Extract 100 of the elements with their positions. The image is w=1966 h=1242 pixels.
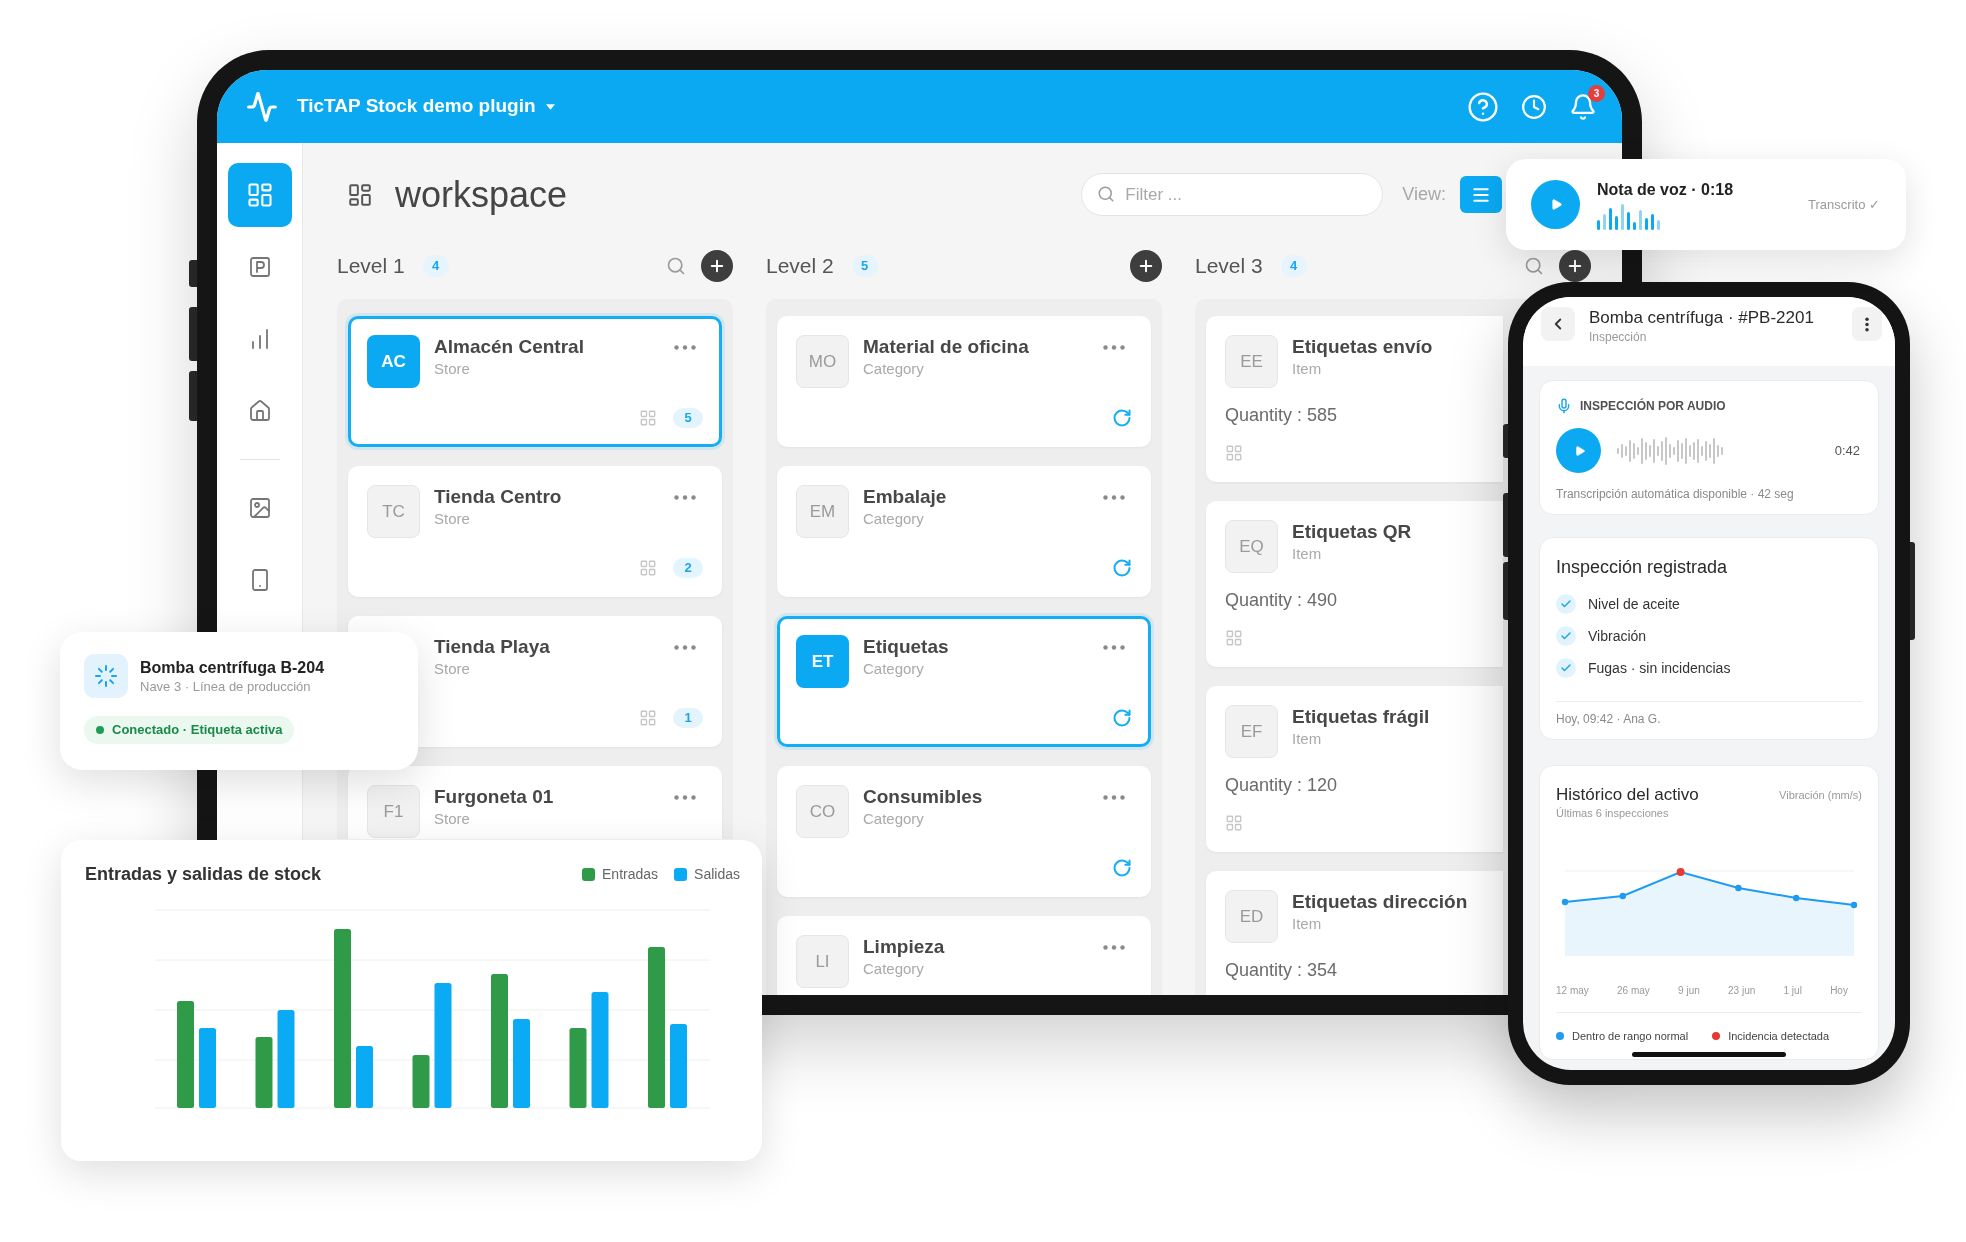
audio-heading: INSPECCIÓN POR AUDIO [1580,397,1726,415]
play-icon [1573,444,1586,457]
list-card[interactable]: EE Etiquetas envío Item Quantity : 585 [1206,316,1503,482]
refresh-icon[interactable] [1112,858,1132,878]
play-button[interactable] [1556,428,1601,473]
more-icon[interactable] [1103,495,1125,500]
avatar: CO [796,785,849,838]
item-count: 5 [851,255,878,277]
add-button[interactable] [701,250,733,282]
card-type: Category [863,809,925,829]
list-card[interactable]: MO Material de oficina Category [777,316,1151,447]
list-card[interactable]: EQ Etiquetas QR Item Quantity : 490 [1206,501,1503,667]
item-count: 2 [673,558,703,578]
play-button[interactable] [1531,180,1580,229]
card-type: Store [434,809,471,829]
add-button[interactable] [1559,250,1591,282]
search-icon[interactable] [666,256,686,276]
refresh-icon[interactable] [1112,408,1132,428]
card-title: Almacén Central [434,335,585,359]
axis-label: 9 jun [1678,984,1700,998]
add-button[interactable] [1130,250,1162,282]
refresh-icon[interactable] [1112,708,1132,728]
list-card[interactable]: TC Tienda Centro Store 2 [348,466,722,597]
asset-subtitle: Nave 3 · Línea de producción [140,677,312,695]
list-card[interactable]: ET Etiquetas Category [777,616,1151,747]
card-type: Store [434,659,471,679]
view-button[interactable] [1460,176,1502,213]
view-label: View: [1402,183,1446,206]
phone-title: Bomba centrífuga · #PB-2201 [1589,307,1814,329]
more-icon[interactable] [1103,645,1125,650]
more-icon[interactable] [674,795,696,800]
list-card[interactable]: EM Embalaje Category [777,466,1151,597]
clock-icon[interactable] [1521,93,1547,120]
more-icon[interactable] [1103,945,1125,950]
parking-icon [247,255,272,279]
voice-note-title: Nota de voz · 0:18 [1597,179,1734,200]
list-card[interactable]: AC Almacén Central Store 5 [348,316,722,447]
more-icon[interactable] [674,645,696,650]
card-title: Tienda Playa [434,635,551,659]
filter-field[interactable]: Filter ... [1081,173,1384,216]
caret-icon[interactable] [545,103,555,110]
asset-title: Bomba centrífuga B-204 [140,657,325,678]
side-button[interactable] [189,260,197,287]
avatar: EQ [1225,520,1278,573]
more-icon[interactable] [674,495,696,500]
avatar: ET [796,635,849,688]
level-title: Level 1 [337,253,405,280]
level-title: Level 2 [766,253,834,280]
card-title: Etiquetas frágil [1292,705,1431,729]
pulse-icon [246,90,278,123]
list-card[interactable]: F1 Furgoneta 01 Store [348,766,722,839]
card-type: Item [1292,914,1323,934]
list-card[interactable]: LI Limpieza Category [777,916,1151,995]
chart-title: Entradas y salidas de stock [85,863,322,886]
more-icon[interactable] [1103,795,1125,800]
card-type: Category [863,359,925,379]
waveform [1597,203,1663,230]
dashboard-icon [245,181,274,209]
axis-label: Hoy [1830,984,1848,998]
image-icon [247,496,272,520]
back-button[interactable] [1541,307,1575,341]
more-button[interactable] [1852,307,1882,341]
card-title: Etiquetas QR [1292,520,1413,544]
card-type: Category [863,509,925,529]
card-type: Store [434,509,471,529]
refresh-icon[interactable] [1112,558,1132,578]
list-card[interactable]: EF Etiquetas frágil Item Quantity : 120 [1206,686,1503,852]
audio-note: Transcripción automática disponible · 42 seg [1556,486,1795,502]
card-title: Embalaje [863,485,948,509]
inspection-title: Inspección registrada [1556,556,1729,579]
side-button[interactable] [1503,424,1508,458]
legend-label: Salidas [694,864,740,884]
play-icon [1550,198,1563,211]
plus-icon [708,257,726,275]
sidebar-button[interactable] [227,163,292,227]
avatar: TC [367,485,420,538]
plus-icon [1137,257,1155,275]
card-title: Etiquetas [863,635,950,659]
avatar: EF [1225,705,1278,758]
phone-subtitle: Inspección [1589,329,1648,345]
help-icon[interactable] [1467,90,1499,123]
item-count: 4 [1280,255,1307,277]
avatar: EE [1225,335,1278,388]
card-title: Limpieza [863,935,946,959]
avatar: LI [796,935,849,988]
more-icon[interactable] [1103,345,1125,350]
avatar: F1 [367,785,420,838]
grid-icon [639,559,657,577]
grid-icon [639,709,657,727]
side-button[interactable] [1503,562,1508,620]
axis-label: 23 jun [1728,984,1756,998]
avatar: AC [367,335,420,388]
quantity-text: Quantity : 585 [1225,404,1339,426]
list-card[interactable]: ED Etiquetas dirección Item Quantity : 354 [1206,871,1503,995]
search-icon[interactable] [1524,256,1544,276]
list-card[interactable]: CO Consumibles Category [777,766,1151,897]
more-icon[interactable] [674,345,696,350]
card-type: Category [863,959,925,979]
card-type: Category [863,659,925,679]
loader-icon [84,654,128,698]
